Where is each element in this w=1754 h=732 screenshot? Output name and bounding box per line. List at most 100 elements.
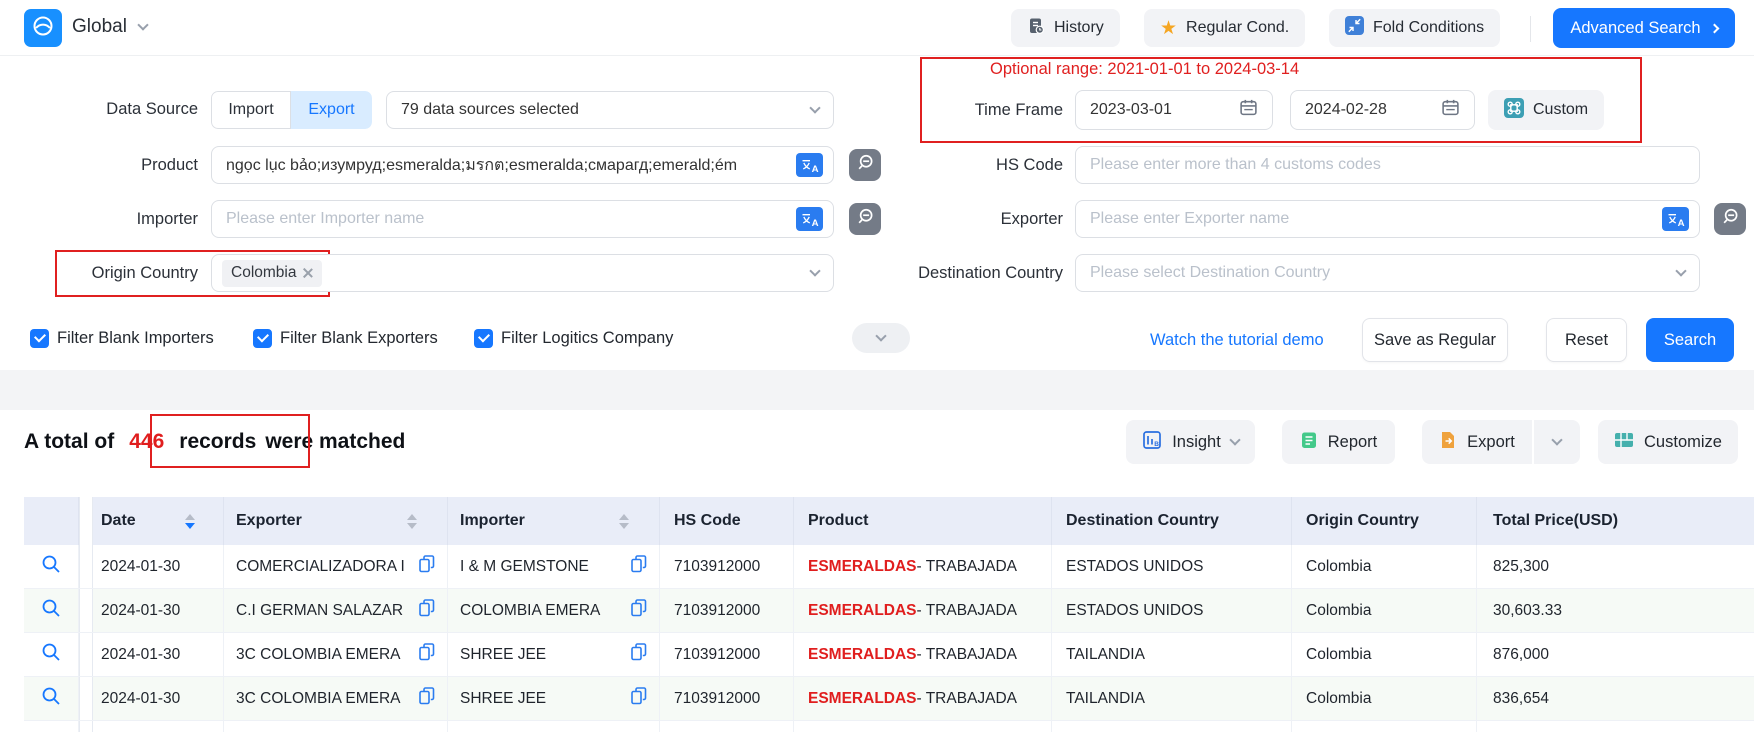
start-date-input[interactable]: 2023-03-01 <box>1075 90 1273 130</box>
magnifier-icon <box>40 597 62 624</box>
copy-icon[interactable] <box>419 555 435 578</box>
magnifier-icon <box>40 553 62 580</box>
chevron-down-icon <box>1551 434 1562 445</box>
product-rest: - TRABAJADA <box>917 558 1018 576</box>
history-icon <box>1027 17 1045 40</box>
data-source-toggle: Import Export <box>211 91 372 129</box>
cell-product: ESMERALDAS - TRABAJADA <box>794 545 1052 588</box>
column-header-importer: Importer <box>448 497 660 545</box>
destination-country-label: Destination Country <box>863 264 1063 283</box>
importer-name: SHREE JEE <box>460 690 546 708</box>
hs-code-label: HS Code <box>863 156 1063 175</box>
tag-close-icon[interactable] <box>303 268 313 278</box>
chevron-down-icon <box>809 265 820 276</box>
chevron-right-icon <box>1709 23 1719 33</box>
chevron-down-icon <box>809 102 820 113</box>
filter-blank-importers-checkbox[interactable]: Filter Blank Importers <box>30 329 214 348</box>
data-sources-value: 79 data sources selected <box>401 101 579 119</box>
product-rest: - TRABAJADA <box>917 690 1018 708</box>
export-dropdown-button[interactable] <box>1534 420 1580 464</box>
column-header-label: Importer <box>460 512 525 530</box>
importer-label: Importer <box>0 210 198 229</box>
optional-range-text: Optional range: 2021-01-01 to 2024-03-14 <box>990 60 1299 79</box>
pinned-column-gap <box>79 633 93 676</box>
search-button[interactable]: Search <box>1646 318 1734 362</box>
cell-origin: Colombia <box>1292 677 1477 720</box>
importer-input[interactable] <box>211 200 834 238</box>
exporter-input[interactable] <box>1075 200 1700 238</box>
collapse-chevron-button[interactable] <box>852 323 910 353</box>
copy-icon[interactable] <box>631 555 647 578</box>
detail-magnifier-button[interactable] <box>24 589 79 632</box>
product-keyword-highlight: ESMERALDAS <box>808 602 917 620</box>
detail-magnifier-button[interactable] <box>24 633 79 676</box>
product-input[interactable] <box>211 146 834 184</box>
origin-country-label: Origin Country <box>0 264 198 283</box>
cell-exporter: 3C COLOMBIA EMERA <box>224 633 448 676</box>
insight-button[interactable]: BI Insight <box>1126 420 1255 464</box>
product-keyword-highlight: ESMERALDAS <box>808 690 917 708</box>
region-selector[interactable]: Global <box>72 16 147 38</box>
hs-code-input[interactable] <box>1075 146 1700 184</box>
cell-importer: COLOMBIA EMERA <box>448 589 660 632</box>
origin-country-select[interactable]: Colombia <box>211 254 834 292</box>
translate-icon[interactable]: A <box>796 153 823 177</box>
column-header-detail <box>24 497 79 545</box>
trade-search-page: Global History ★ Regular Cond. Fold Cond… <box>0 0 1754 732</box>
translate-icon[interactable]: A <box>1662 207 1689 231</box>
copy-icon[interactable] <box>631 599 647 622</box>
import-toggle[interactable]: Import <box>211 91 291 129</box>
export-button[interactable]: Export <box>1422 420 1532 464</box>
copy-icon[interactable] <box>631 643 647 666</box>
region-label: Global <box>72 16 127 38</box>
report-button[interactable]: Report <box>1282 420 1395 464</box>
translate-icon[interactable]: A <box>796 207 823 231</box>
cell-date: 2024-01-30 <box>93 677 224 720</box>
export-toggle[interactable]: Export <box>291 91 372 129</box>
exporter-label: Exporter <box>863 210 1063 229</box>
results-table: Date Exporter Importer HS Code Product D… <box>24 497 1754 732</box>
insight-icon: BI <box>1142 430 1162 455</box>
detail-magnifier-button[interactable] <box>24 677 79 720</box>
customize-button[interactable]: Customize <box>1598 420 1738 464</box>
history-button[interactable]: History <box>1011 9 1120 47</box>
copy-icon[interactable] <box>419 687 435 710</box>
product-keyword-highlight: ESMERALDAS <box>808 646 917 664</box>
reset-button[interactable]: Reset <box>1546 318 1627 362</box>
column-header-total-price: Total Price(USD) <box>1477 497 1754 545</box>
regular-cond-button[interactable]: ★ Regular Cond. <box>1144 9 1305 47</box>
save-as-regular-button[interactable]: Save as Regular <box>1362 318 1508 362</box>
advanced-search-button[interactable]: Advanced Search <box>1553 8 1735 48</box>
importer-name: I & M GEMSTONE <box>460 558 589 576</box>
cell-origin: Colombia <box>1292 545 1477 588</box>
destination-placeholder: Please select Destination Country <box>1090 264 1330 282</box>
end-date-input[interactable]: 2024-02-28 <box>1290 90 1475 130</box>
cell-date: 2024-01-30 <box>93 633 224 676</box>
cell-total-price: 825,300 <box>1477 545 1754 588</box>
globe-logo[interactable] <box>24 9 62 47</box>
exclude-filter-button[interactable] <box>1714 203 1746 235</box>
magnifier-icon <box>40 685 62 712</box>
checkbox-checked-icon <box>253 329 272 348</box>
data-sources-select[interactable]: 79 data sources selected <box>386 91 834 129</box>
destination-country-select[interactable]: Please select Destination Country <box>1075 254 1700 292</box>
copy-icon[interactable] <box>419 599 435 622</box>
filter-logistics-company-checkbox[interactable]: Filter Logitics Company <box>474 329 673 348</box>
column-header-destination: Destination Country <box>1052 497 1292 545</box>
fold-conditions-button[interactable]: Fold Conditions <box>1329 9 1500 47</box>
custom-button[interactable]: Custom <box>1488 90 1604 130</box>
tutorial-link[interactable]: Watch the tutorial demo <box>1150 331 1324 350</box>
column-header-product: Product <box>794 497 1052 545</box>
column-header-date: Date <box>93 497 224 545</box>
sort-exporter-icon[interactable] <box>407 514 417 529</box>
chevron-down-icon <box>137 19 148 30</box>
cell-exporter: 3C COLOMBIA EMERA <box>224 677 448 720</box>
cell-importer: SHREE JEE <box>448 677 660 720</box>
detail-magnifier-button[interactable] <box>24 545 79 588</box>
sort-importer-icon[interactable] <box>619 514 629 529</box>
sort-date-icon[interactable] <box>185 514 195 529</box>
pinned-column-gap <box>79 677 93 720</box>
filter-blank-exporters-checkbox[interactable]: Filter Blank Exporters <box>253 329 438 348</box>
copy-icon[interactable] <box>419 643 435 666</box>
copy-icon[interactable] <box>631 687 647 710</box>
